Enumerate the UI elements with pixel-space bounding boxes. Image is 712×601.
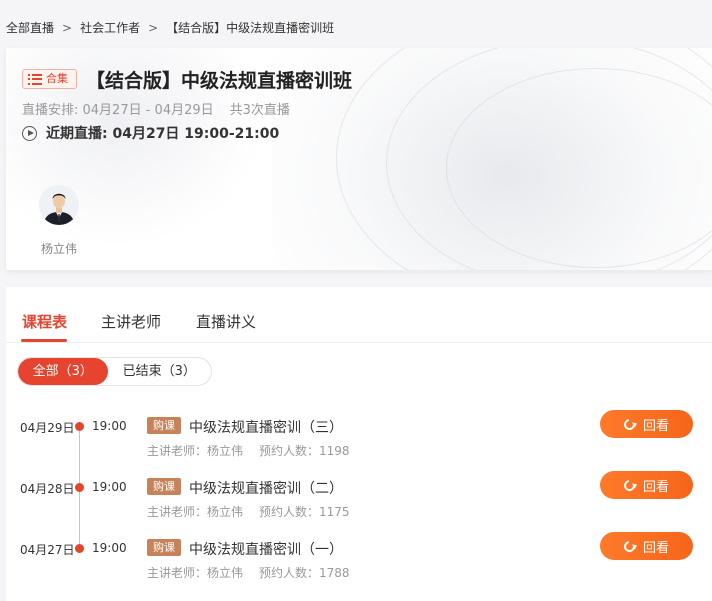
schedule-info: 直播安排: 04月27日 - 04月29日 共3次直播: [22, 99, 290, 118]
replay-button[interactable]: 回看: [600, 410, 693, 438]
tab-bar: 课程表 主讲老师 直播讲义: [6, 287, 712, 343]
collection-badge: 合集: [22, 69, 77, 89]
schedule-range: 直播安排: 04月27日 - 04月29日: [22, 103, 214, 118]
timeline-dot: [75, 544, 84, 553]
session-meta: 主讲老师：杨立伟 预约人数：1198: [147, 442, 350, 459]
session-meta: 主讲老师：杨立伟 预约人数：1788: [147, 564, 350, 581]
teacher-avatar[interactable]: [39, 185, 79, 225]
active-tab-indicator: [21, 339, 67, 342]
replay-button[interactable]: 回看: [600, 532, 693, 560]
course-title: 【结合版】中级法规直播密训班: [86, 70, 353, 92]
session-item: 04月28日 19:00 购课 中级法规直播密训（二） 主讲老师：杨立伟 预约人数…: [6, 471, 712, 530]
replay-button-label: 回看: [642, 418, 669, 434]
play-circle-icon: [22, 125, 37, 141]
replay-icon: [621, 538, 638, 554]
filter-all-button[interactable]: 全部（3）: [18, 358, 108, 385]
session-time: 19:00: [92, 480, 127, 494]
breadcrumb-separator: >: [148, 21, 159, 35]
timeline-dot: [75, 422, 84, 431]
collection-badge-label: 合集: [46, 72, 68, 85]
purchase-tag: 购课: [147, 539, 181, 556]
replay-button[interactable]: 回看: [600, 471, 693, 499]
breadcrumb-item-current: 【结合版】中级法规直播密训班: [166, 21, 335, 35]
tab-schedule[interactable]: 课程表: [22, 311, 67, 332]
session-time: 19:00: [92, 419, 127, 433]
session-teacher: 主讲老师：杨立伟: [147, 566, 244, 580]
purchase-tag: 购课: [147, 417, 181, 434]
replay-icon: [621, 416, 638, 432]
schedule-panel: 课程表 主讲老师 直播讲义 全部（3） 已结束（3） 04月29日 19:00 …: [6, 287, 712, 601]
timeline-dot: [75, 483, 84, 492]
filter-ended-button[interactable]: 已结束（3）: [108, 358, 211, 385]
session-meta: 主讲老师：杨立伟 预约人数：1175: [147, 503, 350, 520]
session-date: 04月29日: [20, 421, 75, 435]
session-item: 04月27日 19:00 购课 中级法规直播密训（一） 主讲老师：杨立伟 预约人数…: [6, 532, 712, 591]
next-live-info: 近期直播: 04月27日 19:00-21:00: [22, 123, 279, 143]
replay-button-label: 回看: [642, 540, 669, 556]
course-header-card: 合集 【结合版】中级法规直播密训班 直播安排: 04月27日 - 04月29日共…: [6, 48, 712, 270]
session-count: 共3次直播: [229, 103, 290, 118]
replay-button-label: 回看: [642, 479, 669, 495]
session-title[interactable]: 中级法规直播密训（三）: [189, 417, 343, 437]
tab-handouts[interactable]: 直播讲义: [196, 311, 256, 332]
list-icon: [28, 73, 42, 85]
status-filter: 全部（3） 已结束（3）: [17, 357, 212, 386]
purchase-tag: 购课: [147, 478, 181, 495]
session-time: 19:00: [92, 541, 127, 555]
replay-icon: [621, 477, 638, 493]
session-date: 04月27日: [20, 543, 75, 557]
breadcrumb-item-all-live[interactable]: 全部直播: [6, 19, 54, 36]
session-date: 04月28日: [20, 482, 75, 496]
tab-teachers[interactable]: 主讲老师: [101, 311, 161, 332]
teacher-name[interactable]: 杨立伟: [41, 240, 77, 257]
breadcrumb: 全部直播 > 社会工作者 > 【结合版】中级法规直播密训班: [6, 19, 334, 36]
session-reservations: 预约人数：1788: [259, 566, 350, 580]
session-teacher: 主讲老师：杨立伟: [147, 505, 244, 519]
session-reservations: 预约人数：1175: [259, 505, 350, 519]
breadcrumb-item-social-worker[interactable]: 社会工作者: [80, 19, 140, 36]
session-title[interactable]: 中级法规直播密训（一）: [189, 539, 343, 559]
session-teacher: 主讲老师：杨立伟: [147, 444, 244, 458]
breadcrumb-separator: >: [62, 21, 73, 35]
next-live-text: 近期直播: 04月27日 19:00-21:00: [46, 126, 280, 142]
session-item: 04月29日 19:00 购课 中级法规直播密训（三） 主讲老师：杨立伟 预约人数…: [6, 410, 712, 469]
session-reservations: 预约人数：1198: [259, 444, 350, 458]
session-title[interactable]: 中级法规直播密训（二）: [189, 478, 343, 498]
